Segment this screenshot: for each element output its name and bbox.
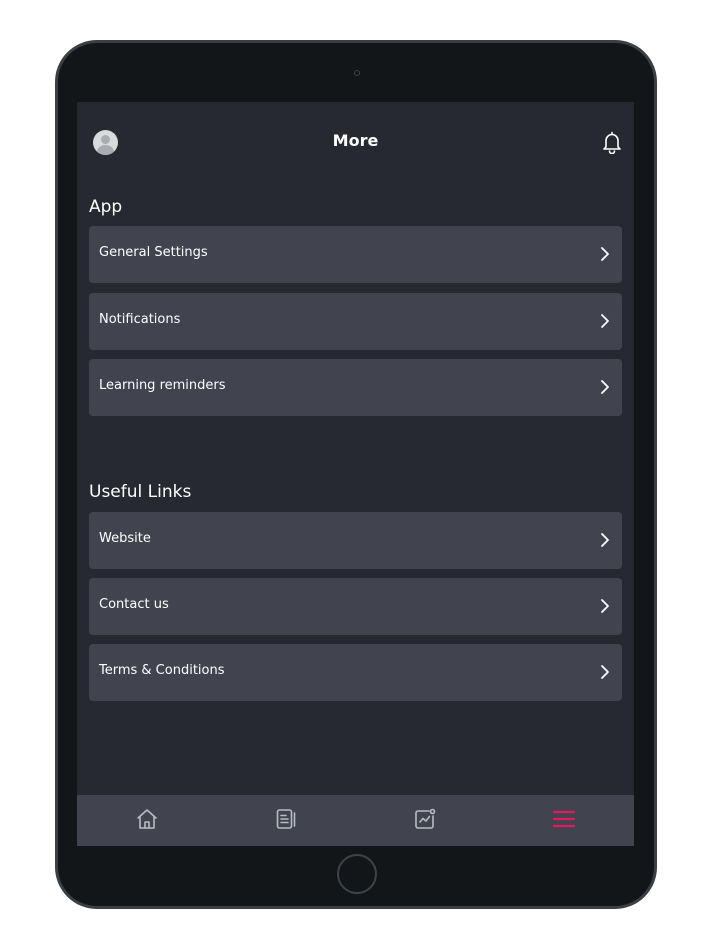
menu-item-label: Website xyxy=(99,531,151,546)
menu-item-label: Learning reminders xyxy=(99,378,226,393)
chevron-right-icon xyxy=(601,533,609,547)
app-screen: More App General Settings Notifications … xyxy=(77,102,634,846)
tab-documents[interactable] xyxy=(216,795,355,846)
chevron-right-icon xyxy=(601,599,609,613)
section-title-useful-links: Useful Links xyxy=(89,482,192,502)
menu-item-label: Terms & Conditions xyxy=(99,663,225,678)
menu-item-contact-us[interactable]: Contact us xyxy=(89,578,622,635)
document-list-icon xyxy=(276,809,296,829)
hamburger-menu-icon xyxy=(552,810,576,828)
top-bar: More xyxy=(77,102,634,182)
chevron-right-icon xyxy=(601,247,609,261)
menu-item-terms-conditions[interactable]: Terms & Conditions xyxy=(89,644,622,701)
home-hardware-button[interactable] xyxy=(337,854,377,894)
section-title-app: App xyxy=(89,197,123,217)
page-title: More xyxy=(332,131,379,150)
bell-icon[interactable] xyxy=(601,130,623,154)
tab-analytics[interactable] xyxy=(355,795,494,846)
menu-item-general-settings[interactable]: General Settings xyxy=(89,226,622,283)
menu-item-website[interactable]: Website xyxy=(89,512,622,569)
menu-item-learning-reminders[interactable]: Learning reminders xyxy=(89,359,622,416)
analytics-chart-icon xyxy=(415,808,436,829)
chevron-right-icon xyxy=(601,380,609,394)
menu-item-label: General Settings xyxy=(99,245,208,260)
chevron-right-icon xyxy=(601,314,609,328)
front-camera xyxy=(354,70,360,76)
chevron-right-icon xyxy=(601,665,609,679)
tab-home[interactable] xyxy=(77,795,216,846)
tab-more[interactable] xyxy=(494,795,633,846)
menu-item-label: Notifications xyxy=(99,312,181,327)
menu-item-notifications[interactable]: Notifications xyxy=(89,293,622,350)
menu-item-label: Contact us xyxy=(99,597,169,612)
bottom-tab-bar xyxy=(77,795,634,846)
home-icon xyxy=(137,809,157,829)
